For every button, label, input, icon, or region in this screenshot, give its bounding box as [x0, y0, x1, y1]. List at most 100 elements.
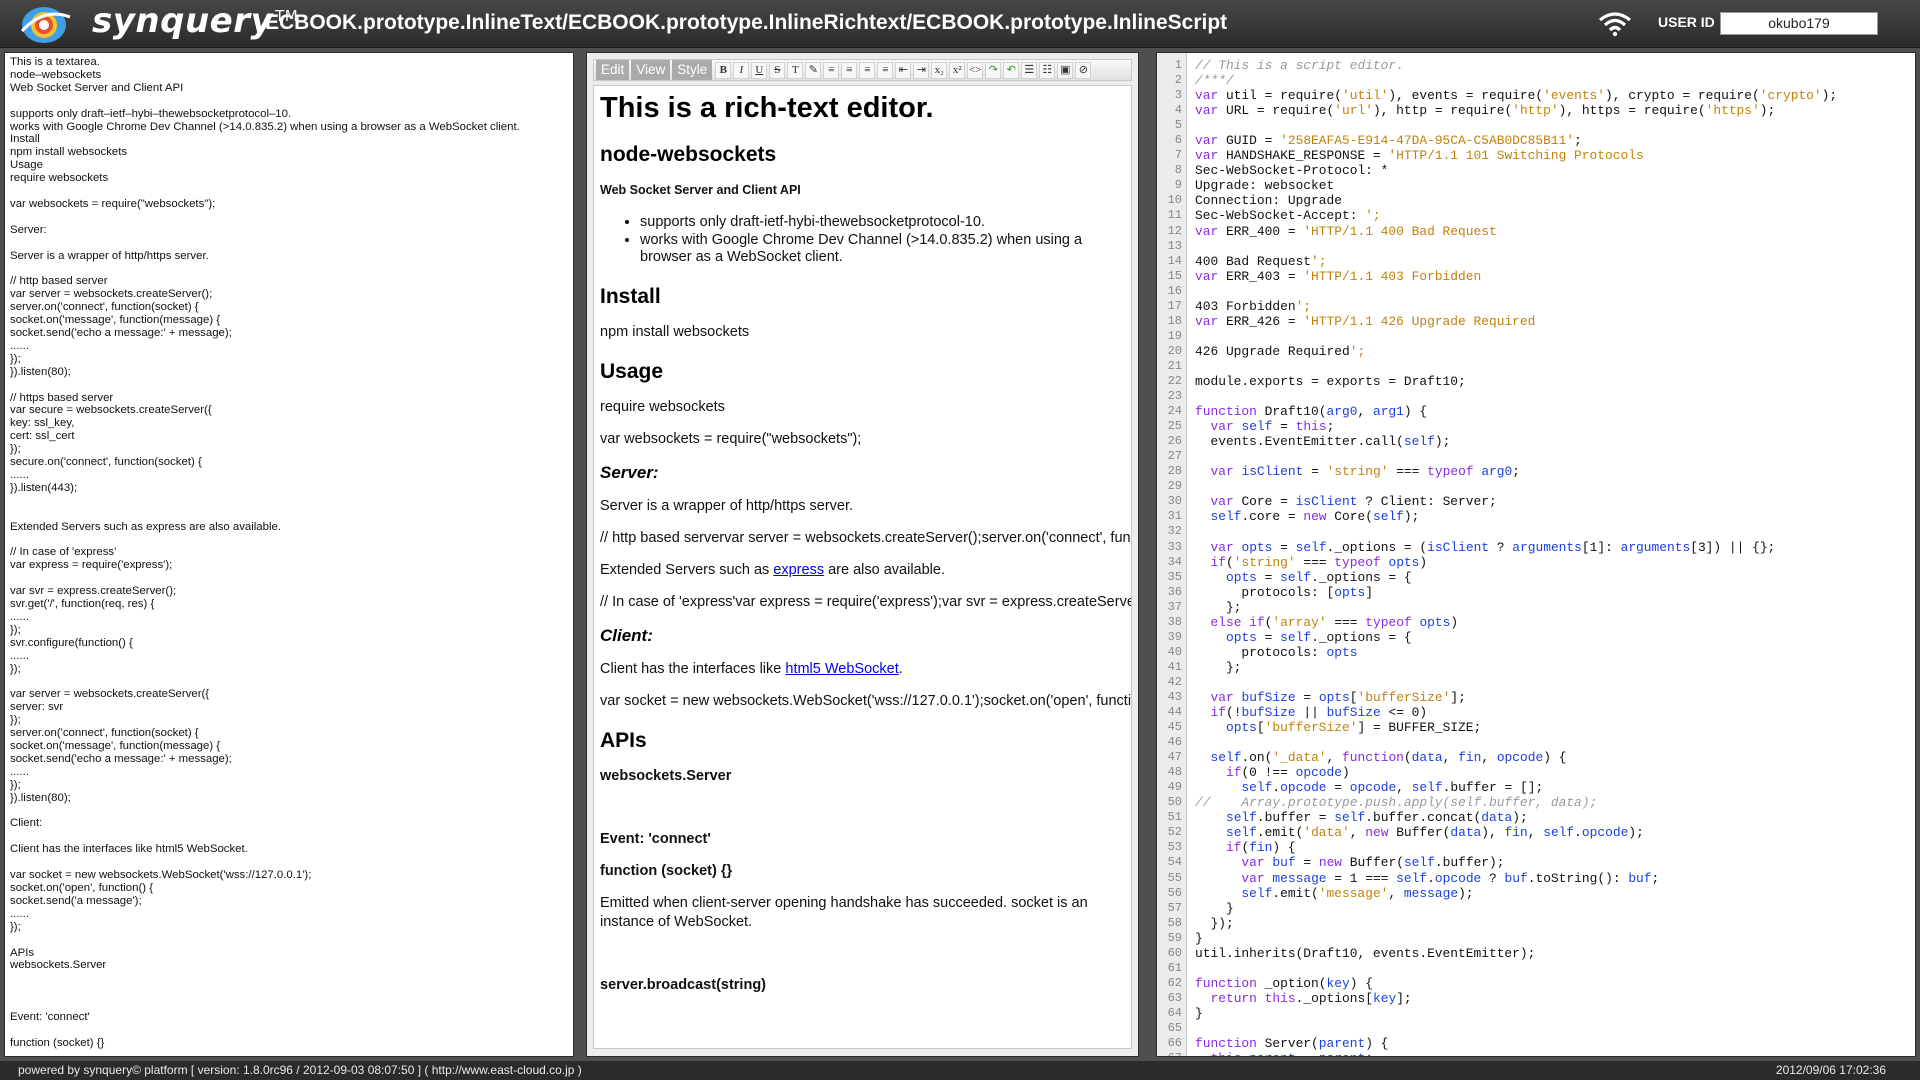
- undo-button[interactable]: ↶: [1003, 61, 1020, 79]
- edit-mode-tab[interactable]: Edit: [596, 60, 630, 80]
- justify-button[interactable]: ≡: [877, 61, 894, 79]
- code-line[interactable]: else if('array' === typeof opts): [1195, 615, 1837, 630]
- code-line[interactable]: var Core = isClient ? Client: Server;: [1195, 494, 1837, 509]
- code-line[interactable]: [1195, 359, 1837, 374]
- code-line[interactable]: opts = self._options = {: [1195, 630, 1837, 645]
- insert-link-button[interactable]: ⊘: [1075, 61, 1092, 79]
- align-left-button[interactable]: ≡: [823, 61, 840, 79]
- bullet-list-button[interactable]: ☰: [1021, 61, 1038, 79]
- line-number: 60: [1167, 945, 1182, 960]
- code-line[interactable]: // Array.prototype.push.apply(self.buffe…: [1195, 795, 1837, 810]
- code-line[interactable]: [1195, 284, 1837, 299]
- italic-button[interactable]: I: [733, 61, 750, 79]
- code-line[interactable]: self.emit('message', message);: [1195, 886, 1837, 901]
- code-line[interactable]: self.emit('data', new Buffer(data), fin,…: [1195, 825, 1837, 840]
- bold-button[interactable]: B: [715, 61, 732, 79]
- font-color-button[interactable]: T: [787, 61, 804, 79]
- code-line[interactable]: var message = 1 === self.opcode ? buf.to…: [1195, 871, 1837, 886]
- source-code-button[interactable]: <>: [967, 61, 984, 79]
- code-line[interactable]: [1195, 735, 1837, 750]
- code-line[interactable]: if('string' === typeof opts): [1195, 555, 1837, 570]
- code-line[interactable]: self.core = new Core(self);: [1195, 509, 1837, 524]
- align-right-button[interactable]: ≡: [859, 61, 876, 79]
- code-line[interactable]: [1195, 675, 1837, 690]
- redo-button[interactable]: ↷: [985, 61, 1002, 79]
- code-line[interactable]: return this._options[key];: [1195, 991, 1837, 1006]
- code-line[interactable]: if(!bufSize || bufSize <= 0): [1195, 705, 1837, 720]
- code-line[interactable]: protocols: opts: [1195, 645, 1837, 660]
- html5-websocket-link[interactable]: html5 WebSocket: [785, 661, 898, 677]
- code-line[interactable]: [1195, 479, 1837, 494]
- code-line[interactable]: function Server(parent) {: [1195, 1036, 1837, 1051]
- code-line[interactable]: if(0 !== opcode): [1195, 765, 1837, 780]
- code-line[interactable]: Upgrade: websocket: [1195, 178, 1837, 193]
- code-line[interactable]: function Draft10(arg0, arg1) {: [1195, 404, 1837, 419]
- code-line[interactable]: opts['bufferSize'] = BUFFER_SIZE;: [1195, 720, 1837, 735]
- code-line[interactable]: util.inherits(Draft10, events.EventEmitt…: [1195, 946, 1837, 961]
- code-line[interactable]: module.exports = exports = Draft10;: [1195, 374, 1837, 389]
- code-line[interactable]: var self = this;: [1195, 419, 1837, 434]
- superscript-button[interactable]: x²: [949, 61, 966, 79]
- code-line[interactable]: Sec-WebSocket-Accept: ';: [1195, 208, 1837, 223]
- code-line[interactable]: [1195, 961, 1837, 976]
- code-line[interactable]: this.parent = parent;: [1195, 1051, 1837, 1056]
- align-center-button[interactable]: ≡: [841, 61, 858, 79]
- rich-text-content[interactable]: This is a rich-text editor. node-websock…: [593, 85, 1132, 1049]
- code-line[interactable]: self.buffer = self.buffer.concat(data);: [1195, 810, 1837, 825]
- code-line[interactable]: /***/: [1195, 73, 1837, 88]
- code-line[interactable]: var bufSize = opts['bufferSize'];: [1195, 690, 1837, 705]
- express-link[interactable]: express: [773, 562, 824, 578]
- code-line[interactable]: var ERR_400 = 'HTTP/1.1 400 Bad Request: [1195, 224, 1837, 239]
- user-id-field[interactable]: okubo179: [1720, 12, 1878, 35]
- code-line[interactable]: [1195, 1021, 1837, 1036]
- line-number: 15: [1167, 268, 1182, 283]
- code-line[interactable]: // This is a script editor.: [1195, 58, 1837, 73]
- code-line[interactable]: }: [1195, 901, 1837, 916]
- plain-text-editor[interactable]: This is a textarea. node–websockets Web …: [4, 52, 574, 1057]
- code-line[interactable]: [1195, 524, 1837, 539]
- code-content[interactable]: // This is a script editor./***/var util…: [1195, 58, 1837, 1056]
- code-line[interactable]: var buf = new Buffer(self.buffer);: [1195, 855, 1837, 870]
- code-line[interactable]: 403 Forbidden';: [1195, 299, 1837, 314]
- code-line[interactable]: var isClient = 'string' === typeof arg0;: [1195, 464, 1837, 479]
- code-line[interactable]: function _option(key) {: [1195, 976, 1837, 991]
- code-line[interactable]: [1195, 118, 1837, 133]
- code-line[interactable]: Connection: Upgrade: [1195, 193, 1837, 208]
- subscript-button[interactable]: x₂: [931, 61, 948, 79]
- code-line[interactable]: }: [1195, 1006, 1837, 1021]
- code-line[interactable]: var ERR_403 = 'HTTP/1.1 403 Forbidden: [1195, 269, 1837, 284]
- code-line[interactable]: };: [1195, 660, 1837, 675]
- code-line[interactable]: if(fin) {: [1195, 840, 1837, 855]
- strikethrough-button[interactable]: S: [769, 61, 786, 79]
- numbered-list-button[interactable]: ☷: [1039, 61, 1056, 79]
- code-line[interactable]: [1195, 449, 1837, 464]
- code-line[interactable]: opts = self._options = {: [1195, 570, 1837, 585]
- code-line[interactable]: self.opcode = opcode, self.buffer = [];: [1195, 780, 1837, 795]
- code-line[interactable]: Sec-WebSocket-Protocol: *: [1195, 163, 1837, 178]
- code-line[interactable]: [1195, 329, 1837, 344]
- code-line[interactable]: 400 Bad Request';: [1195, 254, 1837, 269]
- code-line[interactable]: var ERR_426 = 'HTTP/1.1 426 Upgrade Requ…: [1195, 314, 1837, 329]
- code-line[interactable]: var HANDSHAKE_RESPONSE = 'HTTP/1.1 101 S…: [1195, 148, 1837, 163]
- view-mode-tab[interactable]: View: [631, 60, 671, 80]
- highlight-button[interactable]: ✎: [805, 61, 822, 79]
- code-line[interactable]: events.EventEmitter.call(self);: [1195, 434, 1837, 449]
- indent-button[interactable]: ⇥: [913, 61, 930, 79]
- code-line[interactable]: 426 Upgrade Required';: [1195, 344, 1837, 359]
- code-line[interactable]: [1195, 389, 1837, 404]
- code-line[interactable]: var GUID = '258EAFA5-E914-47DA-95CA-C5AB…: [1195, 133, 1837, 148]
- code-line[interactable]: };: [1195, 600, 1837, 615]
- style-mode-tab[interactable]: Style: [672, 60, 713, 80]
- code-line[interactable]: [1195, 239, 1837, 254]
- code-line[interactable]: var util = require('util'), events = req…: [1195, 88, 1837, 103]
- outdent-button[interactable]: ⇤: [895, 61, 912, 79]
- code-line[interactable]: self.on('_data', function(data, fin, opc…: [1195, 750, 1837, 765]
- script-editor[interactable]: 1 2 3 4 5 6 7 8 9 10 11 12 13 14 15 16 17 18 19 20 21 22 23 24 2…: [1156, 52, 1916, 1057]
- insert-image-button[interactable]: ▣: [1057, 61, 1074, 79]
- code-line[interactable]: var URL = require('url'), http = require…: [1195, 103, 1837, 118]
- code-line[interactable]: }: [1195, 931, 1837, 946]
- code-line[interactable]: });: [1195, 916, 1837, 931]
- code-line[interactable]: var opts = self._options = (isClient ? a…: [1195, 540, 1837, 555]
- code-line[interactable]: protocols: [opts]: [1195, 585, 1837, 600]
- underline-button[interactable]: U: [751, 61, 768, 79]
